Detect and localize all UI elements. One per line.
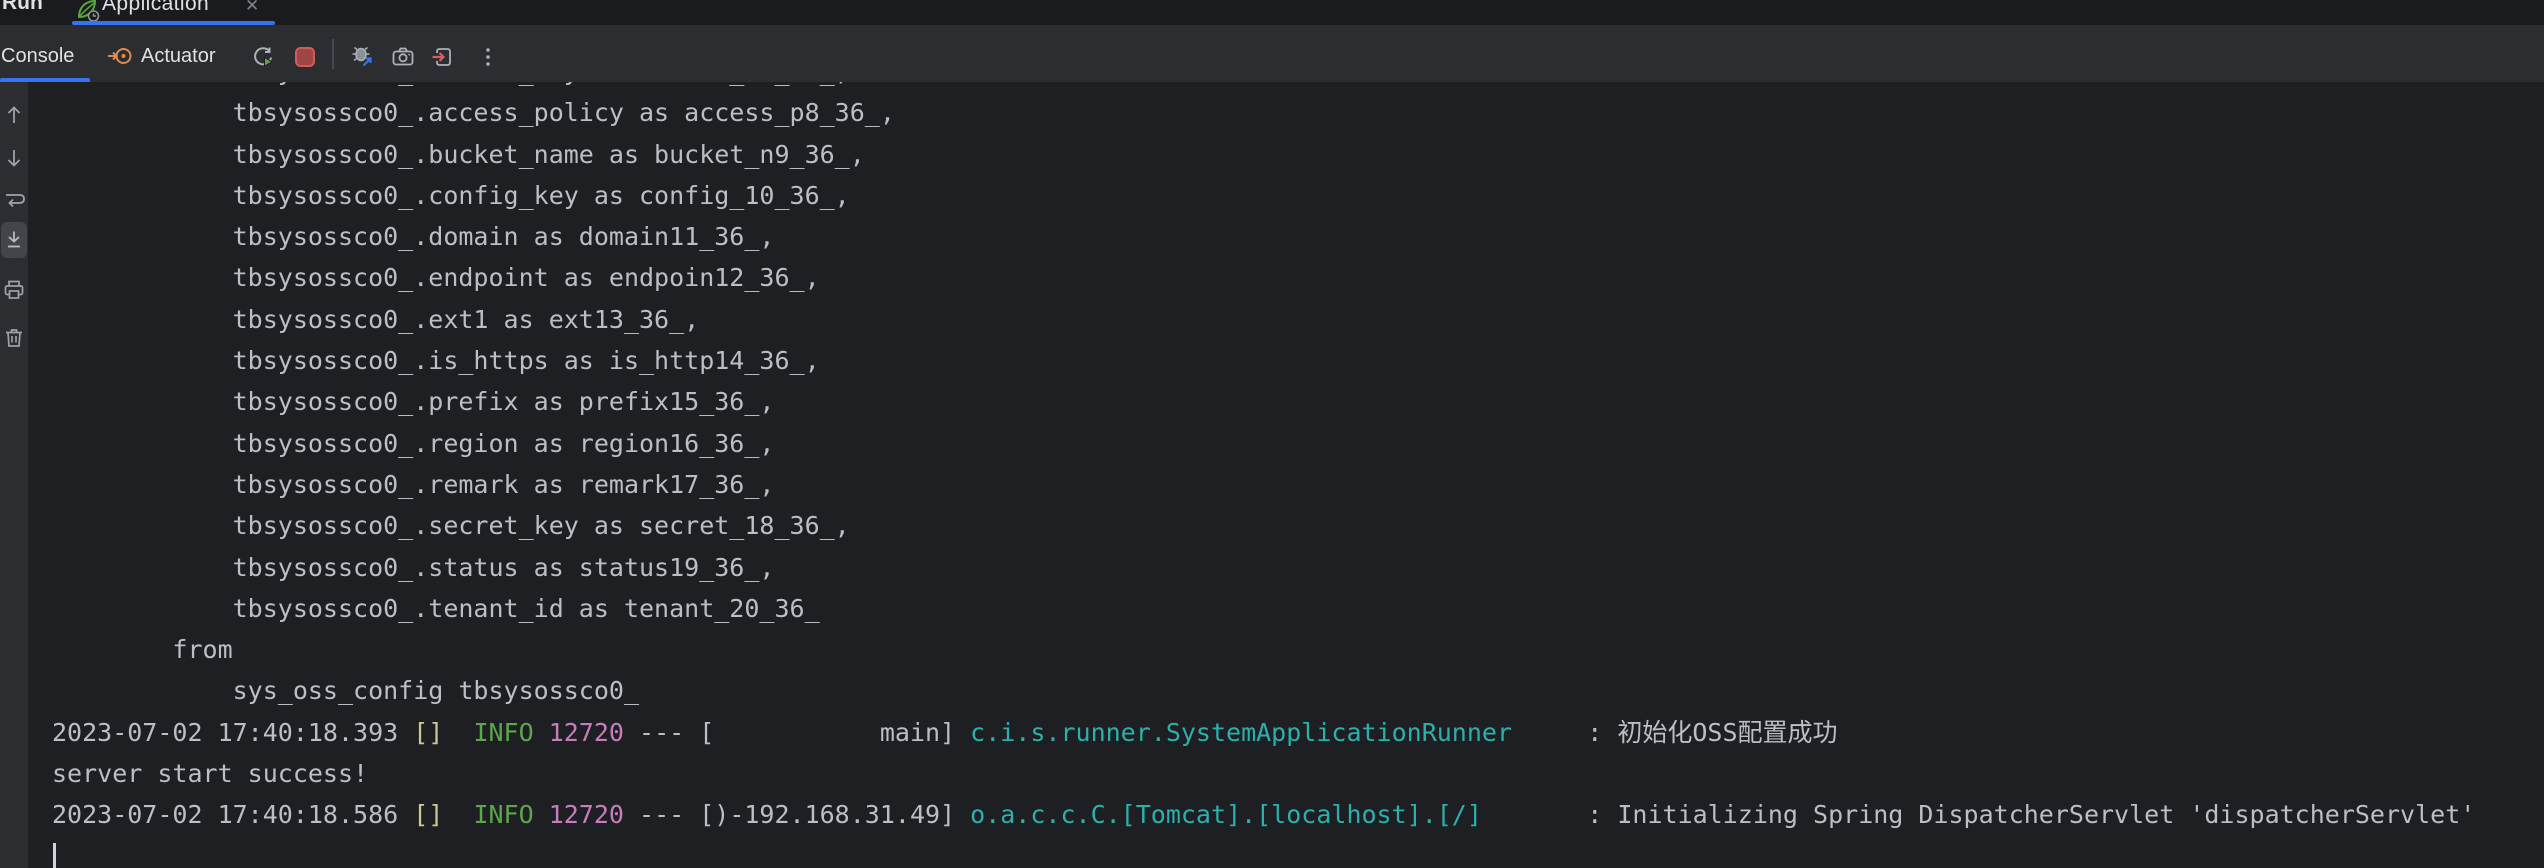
console-line: tbsysossco0_.is_https as is_http14_36_, [52, 340, 2475, 381]
console-output[interactable]: tbsysossco0_.access_key as access_k7_36_… [28, 82, 2544, 868]
toolbar-separator [332, 39, 334, 69]
console-line: tbsysossco0_.prefix as prefix15_36_, [52, 381, 2475, 422]
thread-dump-icon[interactable] [391, 45, 415, 69]
console-line: tbsysossco0_.tenant_id as tenant_20_36_ [52, 588, 2475, 629]
spring-boot-icon [74, 0, 100, 23]
console-line: tbsysossco0_.config_key as config_10_36_… [52, 175, 2475, 216]
soft-wrap-icon[interactable] [2, 188, 26, 212]
more-options-icon[interactable] [476, 45, 500, 69]
scroll-to-end-icon[interactable] [2, 228, 26, 252]
stop-icon[interactable] [293, 45, 317, 69]
tab-actuator-label: Actuator [141, 45, 215, 68]
tab-application-label: Application [102, 0, 209, 16]
console-line: tbsysossco0_.region as region16_36_, [52, 423, 2475, 464]
console-line [52, 836, 2475, 868]
console-text: tbsysossco0_.access_key as access_k7_36_… [52, 82, 2475, 868]
rerun-icon[interactable] [251, 45, 275, 69]
actuator-icon [107, 43, 133, 69]
tab-console[interactable]: Console [1, 45, 74, 68]
console-line: tbsysossco0_.remark as remark17_36_, [52, 464, 2475, 505]
up-stack-icon[interactable] [2, 103, 26, 127]
console-line: tbsysossco0_.endpoint as endpoin12_36_, [52, 257, 2475, 298]
text-cursor [53, 843, 56, 868]
console-line: 2023-07-02 17:40:18.393 [] INFO 12720 --… [52, 712, 2475, 753]
console-line: tbsysossco0_.secret_key as secret_18_36_… [52, 505, 2475, 546]
tool-window-title: Run [2, 0, 43, 15]
close-icon[interactable]: ✕ [245, 0, 259, 16]
console-line: tbsysossco0_.bucket_name as bucket_n9_36… [52, 134, 2475, 175]
attach-debugger-icon[interactable] [351, 45, 375, 69]
run-tool-window: Run Application ✕ Console [0, 0, 2544, 868]
console-line: 2023-07-02 17:40:18.586 [] INFO 12720 --… [52, 794, 2475, 835]
console-line: tbsysossco0_.status as status19_36_, [52, 547, 2475, 588]
print-icon[interactable] [2, 278, 26, 302]
run-tab-bar: Run Application ✕ [0, 0, 2544, 25]
console-line: sys_oss_config tbsysossco0_ [52, 670, 2475, 711]
down-stack-icon[interactable] [2, 146, 26, 170]
console-line: server start success! [52, 753, 2475, 794]
console-line: tbsysossco0_.access_key as access_k7_36_… [52, 82, 2475, 92]
exit-icon[interactable] [430, 45, 454, 69]
clear-all-icon[interactable] [2, 326, 26, 350]
console-line: tbsysossco0_.ext1 as ext13_36_, [52, 299, 2475, 340]
console-toolbar: Console Actuator [0, 25, 2544, 82]
console-line: tbsysossco0_.domain as domain11_36_, [52, 216, 2475, 257]
console-line: tbsysossco0_.access_policy as access_p8_… [52, 92, 2475, 133]
console-side-toolbar [0, 82, 28, 868]
console-line: from [52, 629, 2475, 670]
